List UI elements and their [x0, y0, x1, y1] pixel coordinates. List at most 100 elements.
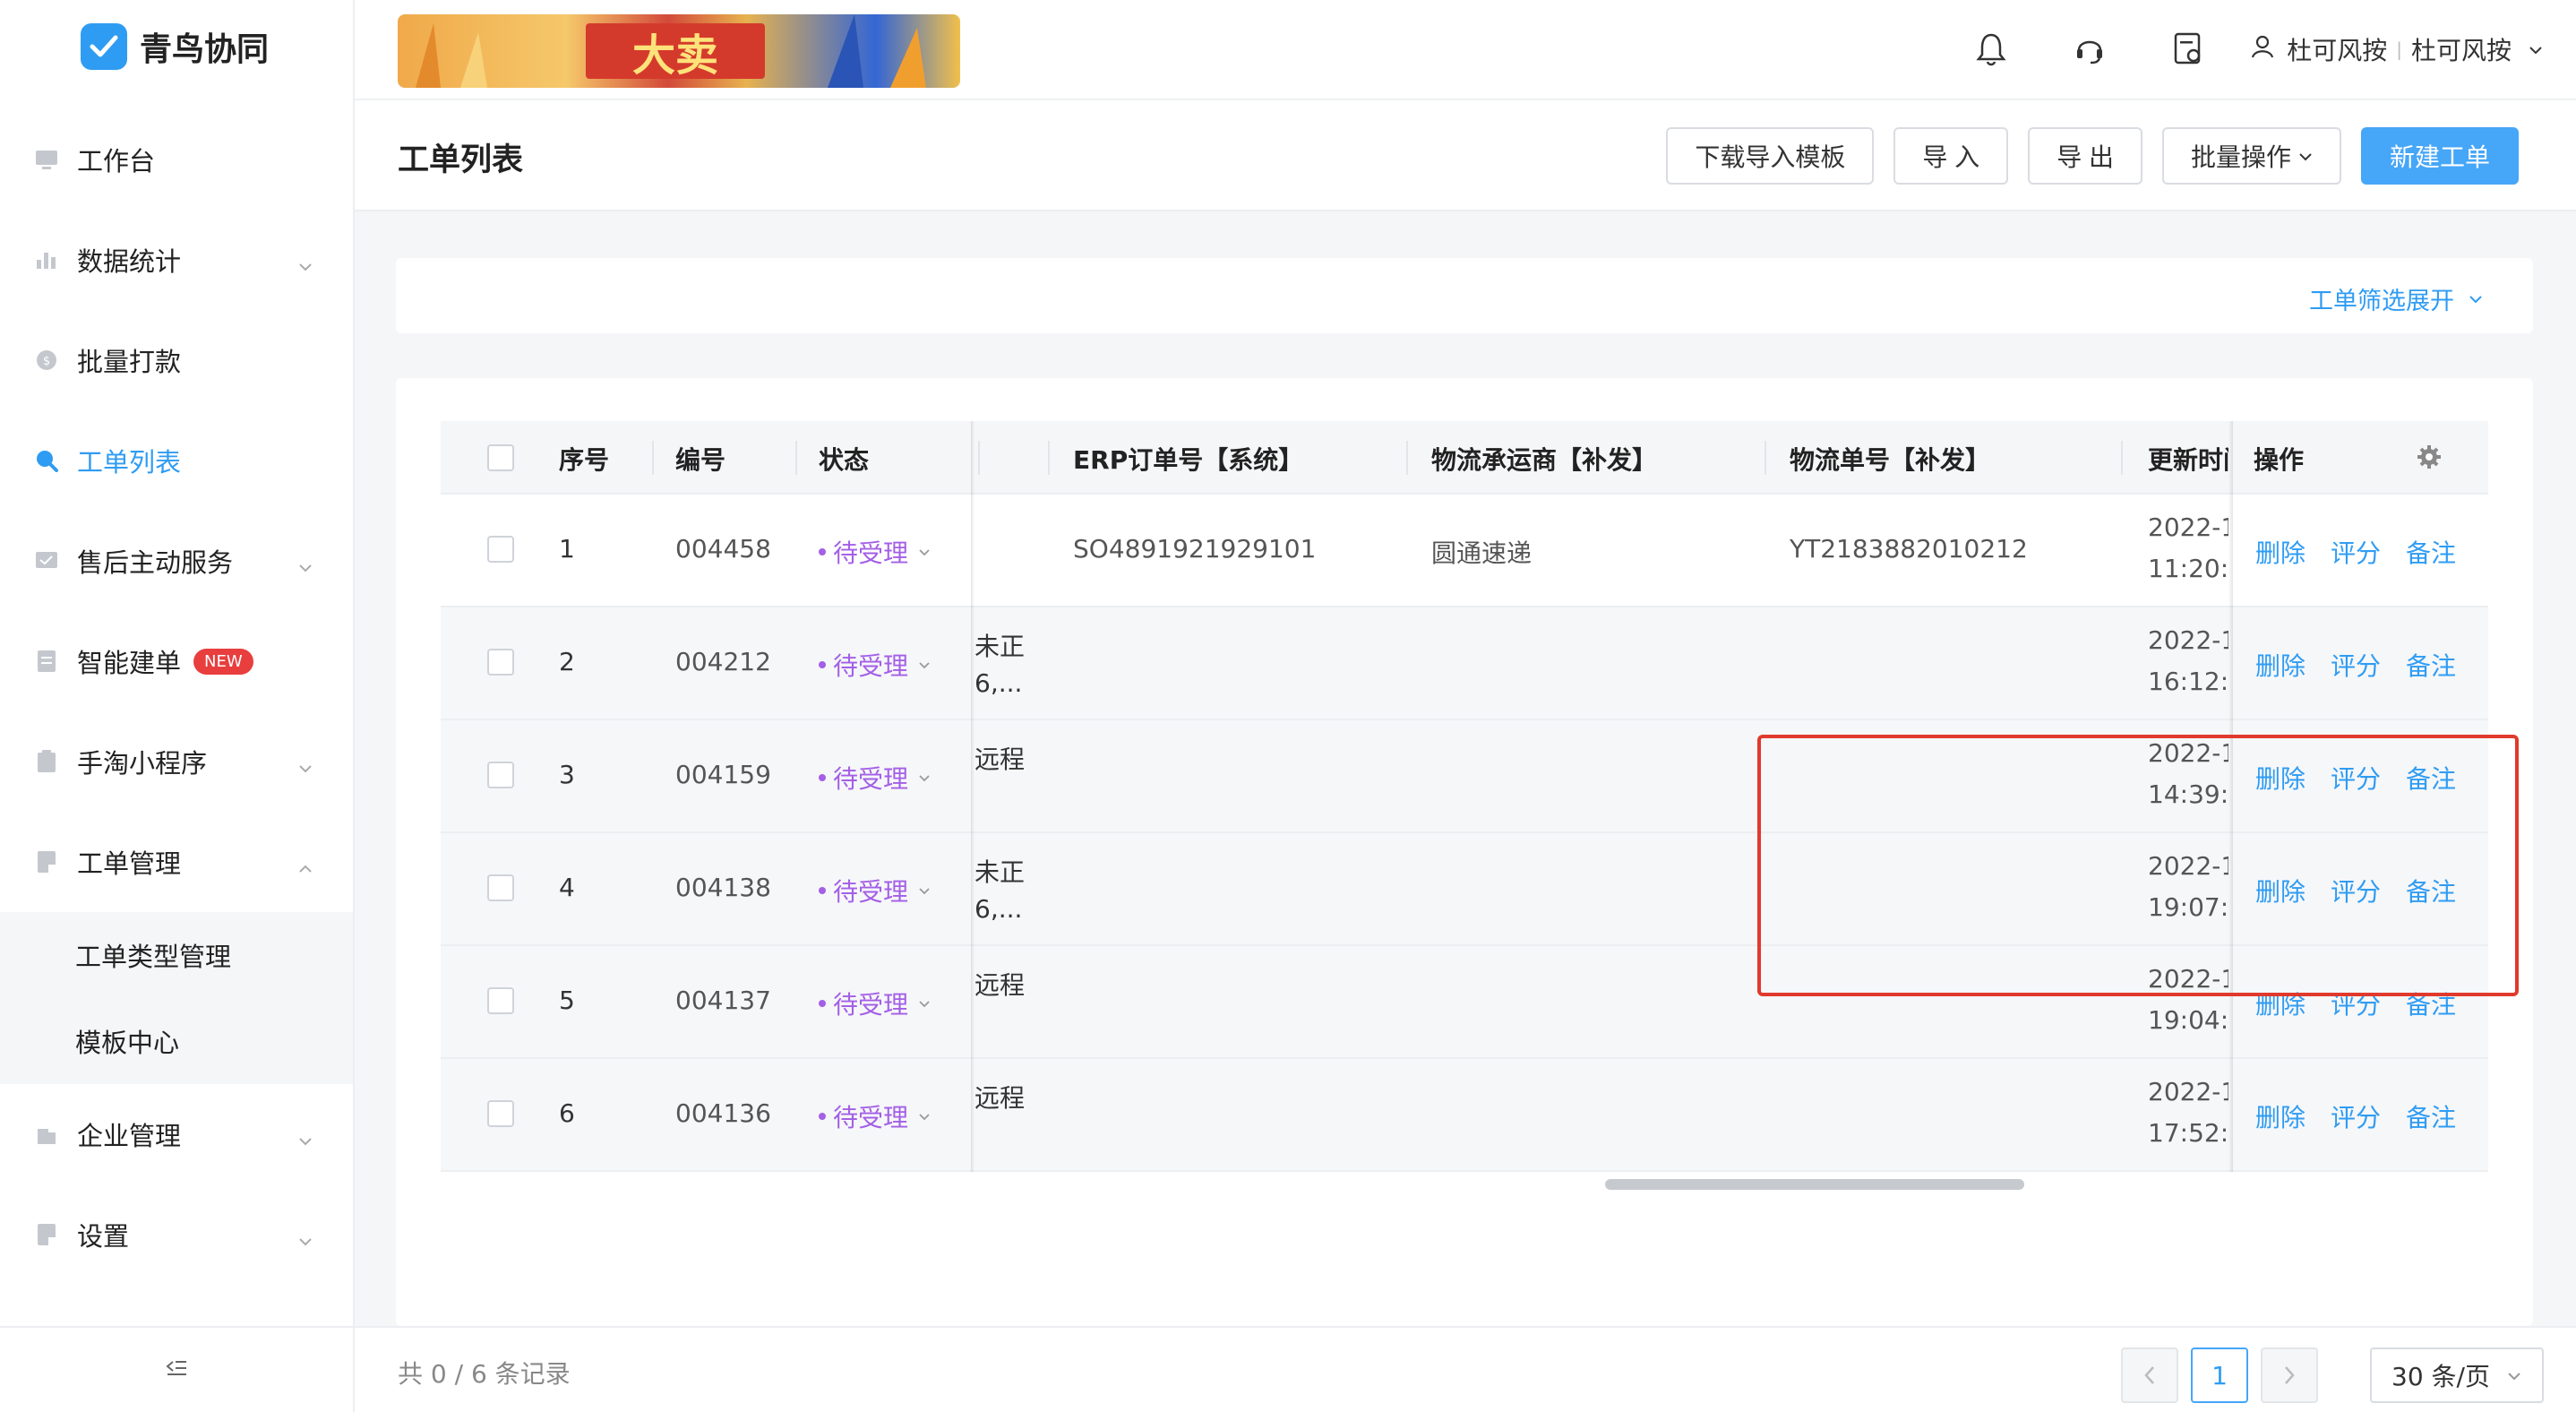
column-settings-gear-icon[interactable]: [2417, 444, 2442, 473]
page-number-button[interactable]: 1: [2191, 1347, 2249, 1403]
row-checkbox[interactable]: [487, 536, 514, 563]
user-menu[interactable]: 杜可风按 | 杜可风按: [2251, 31, 2544, 67]
user-separator: |: [2396, 39, 2402, 60]
chevron-down-icon: [297, 251, 313, 281]
select-all-checkbox[interactable]: [487, 444, 514, 471]
table-row[interactable]: 6 004136 待受理 远程 2022-1 17:52:3 删除评分备注: [441, 1059, 2488, 1172]
row-index: 2: [559, 647, 575, 676]
promo-banner[interactable]: 大卖: [398, 14, 960, 88]
download-template-button[interactable]: 下载导入模板: [1666, 127, 1875, 185]
sidebar-collapse-button[interactable]: [0, 1326, 353, 1412]
sidebar-subitem-ticket-types[interactable]: 工单类型管理: [0, 912, 353, 998]
chevron-down-icon: [919, 775, 930, 782]
page-size-select[interactable]: 30 条/页: [2370, 1347, 2544, 1403]
ticket-table-card: 序号 编号 状态 ERP订单号【系统】 物流承运商【补发】 物流单号【补发】 更…: [396, 378, 2533, 1326]
svg-text:$: $: [43, 355, 50, 368]
delete-link[interactable]: 删除: [2255, 647, 2306, 683]
sidebar-item-ticket-list[interactable]: 工单列表: [0, 410, 353, 511]
table-row[interactable]: 2 004212 待受理 未正 6,... 2022-1 16:12:0 删除评分备注: [441, 607, 2488, 720]
clipboard-icon: [34, 749, 59, 774]
chevron-down-icon: [2528, 35, 2544, 65]
row-checkbox[interactable]: [487, 987, 514, 1014]
record-count: 共 0 / 6 条记录: [398, 1359, 571, 1389]
row-checkbox[interactable]: [487, 762, 514, 788]
status-dot: [819, 774, 826, 781]
table-row[interactable]: 1 004458 待受理 SO4891921929101 圆通速递 YT218388201…: [441, 495, 2488, 607]
app-logo[interactable]: 青鸟协同: [81, 23, 269, 70]
note-link[interactable]: 备注: [2406, 1098, 2456, 1134]
sidebar-item-label: 企业管理: [77, 1121, 182, 1151]
sidebar-item-ticket-management[interactable]: 工单管理: [0, 812, 353, 912]
row-partial-col-line2: 6,...: [975, 894, 1023, 924]
toolbar: 下载导入模板 导 入 导 出 批量操作 新建工单: [1646, 127, 2519, 185]
filter-expand-toggle[interactable]: 工单筛选展开: [2309, 281, 2483, 316]
rate-link[interactable]: 评分: [2331, 1098, 2381, 1134]
row-checkbox[interactable]: [487, 649, 514, 676]
row-status-dropdown[interactable]: 待受理: [819, 534, 932, 570]
row-status-dropdown[interactable]: 待受理: [819, 986, 932, 1021]
sidebar-item-enterprise[interactable]: 企业管理: [0, 1084, 353, 1184]
col-header-index: 序号: [559, 445, 610, 475]
rate-link[interactable]: 评分: [2331, 647, 2381, 683]
sidebar-subitem-template-center[interactable]: 模板中心: [0, 998, 353, 1084]
row-code[interactable]: 004458: [675, 534, 771, 564]
sidebar-nav: 工作台 数据统计 $ 批量打款 工单列表 售后主动服务 智能建单 NEW 手淘小…: [0, 109, 353, 1285]
delete-link[interactable]: 删除: [2255, 534, 2306, 570]
next-page-button[interactable]: [2261, 1347, 2319, 1403]
rate-link[interactable]: 评分: [2331, 534, 2381, 570]
sidebar-item-batch-payment[interactable]: $ 批量打款: [0, 310, 353, 410]
note-link[interactable]: 备注: [2406, 647, 2456, 683]
row-status-dropdown[interactable]: 待受理: [819, 760, 932, 796]
sidebar-item-statistics[interactable]: 数据统计: [0, 210, 353, 310]
col-header-code: 编号: [675, 445, 726, 475]
batch-operations-button[interactable]: 批量操作: [2161, 127, 2341, 185]
coin-icon: $: [34, 348, 59, 373]
bell-icon[interactable]: [1971, 30, 2011, 69]
sidebar-item-smart-create[interactable]: 智能建单 NEW: [0, 611, 353, 711]
sidebar-item-settings[interactable]: 设置: [0, 1184, 353, 1285]
settings-doc-icon: [34, 1222, 59, 1247]
filter-panel: 工单筛选展开: [396, 258, 2533, 333]
sidebar-item-after-sales[interactable]: 售后主动服务: [0, 511, 353, 611]
bar-chart-icon: [34, 247, 59, 272]
chevron-down-icon: [919, 888, 930, 895]
row-checkbox[interactable]: [487, 874, 514, 901]
row-code[interactable]: 004137: [675, 986, 771, 1015]
import-button[interactable]: 导 入: [1893, 127, 2009, 185]
export-button[interactable]: 导 出: [2028, 127, 2142, 185]
doc-settings-icon[interactable]: [2168, 30, 2208, 69]
create-ticket-button[interactable]: 新建工单: [2360, 127, 2519, 185]
row-code[interactable]: 004136: [675, 1098, 771, 1128]
table-header-row: 序号 编号 状态 ERP订单号【系统】 物流承运商【补发】 物流单号【补发】 更…: [441, 421, 2488, 495]
row-partial-col: 远程: [975, 745, 1026, 774]
sidebar-item-label: 数据统计: [77, 246, 182, 277]
sidebar-item-workbench[interactable]: 工作台: [0, 109, 353, 210]
col-header-updated: 更新时间: [2148, 445, 2228, 475]
sidebar-item-label: 工单列表: [77, 447, 182, 478]
chevron-up-icon: [297, 853, 313, 883]
row-updated-date: 2022-1: [2148, 1077, 2228, 1106]
row-status: 待受理: [833, 877, 909, 907]
row-code[interactable]: 004212: [675, 647, 771, 676]
note-link[interactable]: 备注: [2406, 534, 2456, 570]
row-code[interactable]: 004159: [675, 760, 771, 789]
row-status-dropdown[interactable]: 待受理: [819, 647, 932, 683]
sidebar-item-taobao-miniapp[interactable]: 手淘小程序: [0, 711, 353, 812]
row-checkbox[interactable]: [487, 1100, 514, 1127]
frozen-left-divider: [971, 421, 975, 1172]
row-code[interactable]: 004138: [675, 873, 771, 902]
row-partial-col: 远程: [975, 970, 1026, 1000]
row-updated-date: 2022-1: [2148, 512, 2228, 542]
horizontal-scrollbar[interactable]: [1605, 1179, 2024, 1190]
row-status-dropdown[interactable]: 待受理: [819, 1098, 932, 1134]
row-status-dropdown[interactable]: 待受理: [819, 873, 932, 908]
chevron-down-icon: [919, 549, 930, 556]
row-status: 待受理: [833, 990, 909, 1020]
row-updated-time: 19:04:4: [2148, 1005, 2228, 1035]
headset-icon[interactable]: [2070, 30, 2109, 69]
document-icon: [34, 649, 59, 674]
delete-link[interactable]: 删除: [2255, 1098, 2306, 1134]
row-partial-col-line2: 6,...: [975, 668, 1023, 698]
chevron-right-icon: [2285, 1366, 2295, 1384]
prev-page-button[interactable]: [2121, 1347, 2179, 1403]
